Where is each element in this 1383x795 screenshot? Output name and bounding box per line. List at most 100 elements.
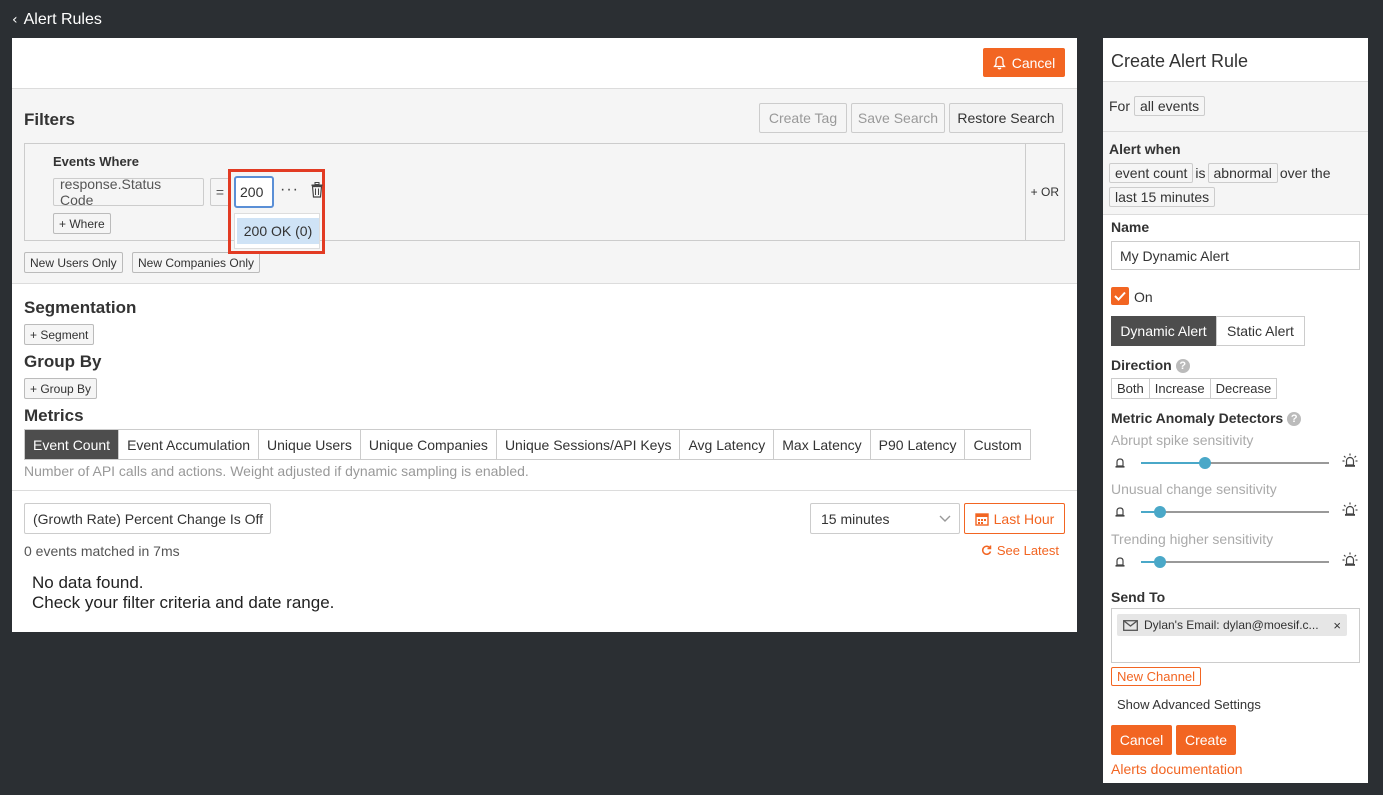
- filter-field-select[interactable]: response.Status Code: [53, 176, 204, 208]
- email-channel-label: Dylan's Email: dylan@moesif.c...: [1144, 618, 1319, 632]
- group-by-title: Group By: [24, 352, 102, 371]
- save-search-button[interactable]: Save Search: [851, 103, 945, 133]
- send-to-label: Send To: [1111, 589, 1166, 605]
- help-icon[interactable]: ?: [1287, 412, 1302, 427]
- email-channel-chip: Dylan's Email: dylan@moesif.c... ×: [1117, 614, 1347, 636]
- where-conditions: Events Where response.Status Code = + Wh…: [25, 144, 1026, 240]
- restore-search-button[interactable]: Restore Search: [949, 103, 1063, 133]
- chevron-down-icon: [939, 515, 951, 522]
- breadcrumb[interactable]: ‹ Alert Rules: [12, 11, 102, 29]
- add-where-button[interactable]: + Where: [53, 213, 111, 234]
- help-icon[interactable]: ?: [1175, 359, 1190, 374]
- tab-unique-users[interactable]: Unique Users: [259, 430, 361, 459]
- direction-increase[interactable]: Increase: [1150, 379, 1211, 398]
- name-label: Name: [1111, 219, 1150, 235]
- events-where-label: Events Where: [53, 154, 139, 169]
- no-data-line-2: Check your filter criteria and date rang…: [32, 593, 335, 612]
- send-to-field[interactable]: Dylan's Email: dylan@moesif.c... ×: [1111, 608, 1360, 663]
- for-section: For all events: [1103, 81, 1368, 131]
- static-alert-button[interactable]: Static Alert: [1216, 316, 1305, 346]
- sensitivity-slider[interactable]: [1141, 556, 1329, 568]
- create-tag-button[interactable]: Create Tag: [759, 103, 847, 133]
- create-alert-panel: Create Alert Rule For all events Alert w…: [1103, 38, 1368, 783]
- panel-title: Create Alert Rule: [1111, 51, 1249, 71]
- metrics-title: Metrics: [24, 406, 84, 425]
- create-button[interactable]: Create: [1176, 725, 1236, 755]
- mail-icon: [1123, 619, 1138, 631]
- tab-custom[interactable]: Custom: [965, 430, 1030, 459]
- see-latest-link[interactable]: See Latest: [981, 543, 1059, 558]
- slider-handle[interactable]: [1153, 506, 1166, 518]
- chevron-left-icon: ‹: [12, 12, 18, 28]
- event-scope-select[interactable]: all events: [1134, 96, 1206, 116]
- for-label: For: [1109, 98, 1130, 114]
- growth-rate-select[interactable]: (Growth Rate) Percent Change Is Off: [24, 503, 271, 534]
- segmentation-title: Segmentation: [24, 298, 137, 317]
- no-data-message: No data found. Check your filter criteri…: [32, 573, 334, 613]
- on-label: On: [1134, 289, 1153, 305]
- direction-both[interactable]: Both: [1112, 379, 1150, 398]
- direction-label: Direction?: [1111, 357, 1190, 374]
- tab-event-accumulation[interactable]: Event Accumulation: [119, 430, 260, 459]
- slider-handle[interactable]: [1198, 457, 1211, 469]
- alert-when-label: Alert when: [1109, 141, 1181, 157]
- main-header: Cancel: [12, 38, 1077, 89]
- main-cancel-button[interactable]: Cancel: [983, 48, 1065, 77]
- tab-unique-companies[interactable]: Unique Companies: [360, 430, 497, 459]
- is-label: is: [1195, 165, 1206, 181]
- sensitivity-slider[interactable]: [1141, 457, 1329, 469]
- alerts-documentation-link[interactable]: Alerts documentation: [1111, 761, 1243, 777]
- show-advanced-settings[interactable]: Show Advanced Settings: [1117, 697, 1261, 712]
- new-users-only-button[interactable]: New Users Only: [24, 252, 123, 273]
- tab-max-latency[interactable]: Max Latency: [774, 430, 871, 459]
- alarm-icon: [1342, 552, 1358, 573]
- slider-fill: [1141, 462, 1205, 464]
- metric-tabs: Event Count Event Accumulation Unique Us…: [24, 429, 1031, 460]
- bell-quiet-icon: [1114, 505, 1126, 523]
- interval-select[interactable]: 15 minutes: [810, 503, 960, 534]
- dynamic-alert-button[interactable]: Dynamic Alert: [1111, 316, 1216, 346]
- enabled-checkbox[interactable]: [1111, 287, 1129, 305]
- suggestion-item[interactable]: 200 OK (0): [237, 218, 319, 244]
- window-select[interactable]: last 15 minutes: [1109, 187, 1216, 207]
- condition-select[interactable]: abnormal: [1207, 163, 1278, 183]
- filter-value-input[interactable]: 200: [234, 176, 274, 208]
- slider-handle[interactable]: [1153, 556, 1166, 568]
- sensitivity-slider[interactable]: [1141, 506, 1329, 518]
- add-segment-button[interactable]: + Segment: [24, 324, 95, 345]
- detectors-label-text: Metric Anomaly Detectors: [1111, 410, 1284, 426]
- new-companies-only-button[interactable]: New Companies Only: [132, 252, 261, 273]
- main-panel: Cancel Filters Create Tag Save Search Re…: [12, 38, 1077, 632]
- tab-event-count[interactable]: Event Count: [25, 430, 120, 459]
- detectors-label: Metric Anomaly Detectors?: [1111, 410, 1302, 427]
- filters-title: Filters: [24, 110, 76, 129]
- bell-quiet-icon: [1114, 456, 1126, 474]
- tab-p90-latency[interactable]: P90 Latency: [870, 430, 966, 459]
- sensitivity-label-trending: Trending higher sensitivity: [1111, 531, 1274, 547]
- direction-options: Both Increase Decrease: [1111, 378, 1278, 399]
- calendar-icon: [974, 512, 989, 526]
- add-group-by-button[interactable]: + Group By: [24, 378, 98, 399]
- filters-section: Filters Create Tag Save Search Restore S…: [12, 89, 1077, 284]
- alarm-icon: [1342, 453, 1358, 474]
- refresh-icon: [981, 545, 992, 555]
- check-icon: [1114, 291, 1126, 301]
- alarm-icon: [1342, 502, 1358, 523]
- more-options-icon[interactable]: ···: [280, 181, 299, 199]
- remove-channel-icon[interactable]: ×: [1333, 618, 1341, 633]
- where-box: Events Where response.Status Code = + Wh…: [24, 143, 1065, 241]
- filter-operator-select[interactable]: =: [210, 178, 230, 206]
- no-data-line-1: No data found.: [32, 573, 144, 592]
- trash-icon[interactable]: [311, 182, 323, 198]
- add-or-button[interactable]: + OR: [1031, 185, 1059, 199]
- tab-avg-latency[interactable]: Avg Latency: [680, 430, 775, 459]
- metric-select[interactable]: event count: [1109, 163, 1194, 183]
- direction-decrease[interactable]: Decrease: [1211, 379, 1277, 398]
- alert-name-input[interactable]: My Dynamic Alert: [1111, 241, 1360, 270]
- alert-when-section: Alert when event count is abnormal over …: [1103, 131, 1368, 215]
- new-channel-button[interactable]: New Channel: [1111, 667, 1202, 686]
- sensitivity-label-unusual: Unusual change sensitivity: [1111, 481, 1277, 497]
- last-hour-button[interactable]: Last Hour: [964, 503, 1065, 534]
- tab-unique-sessions[interactable]: Unique Sessions/API Keys: [496, 430, 681, 459]
- side-cancel-button[interactable]: Cancel: [1111, 725, 1172, 755]
